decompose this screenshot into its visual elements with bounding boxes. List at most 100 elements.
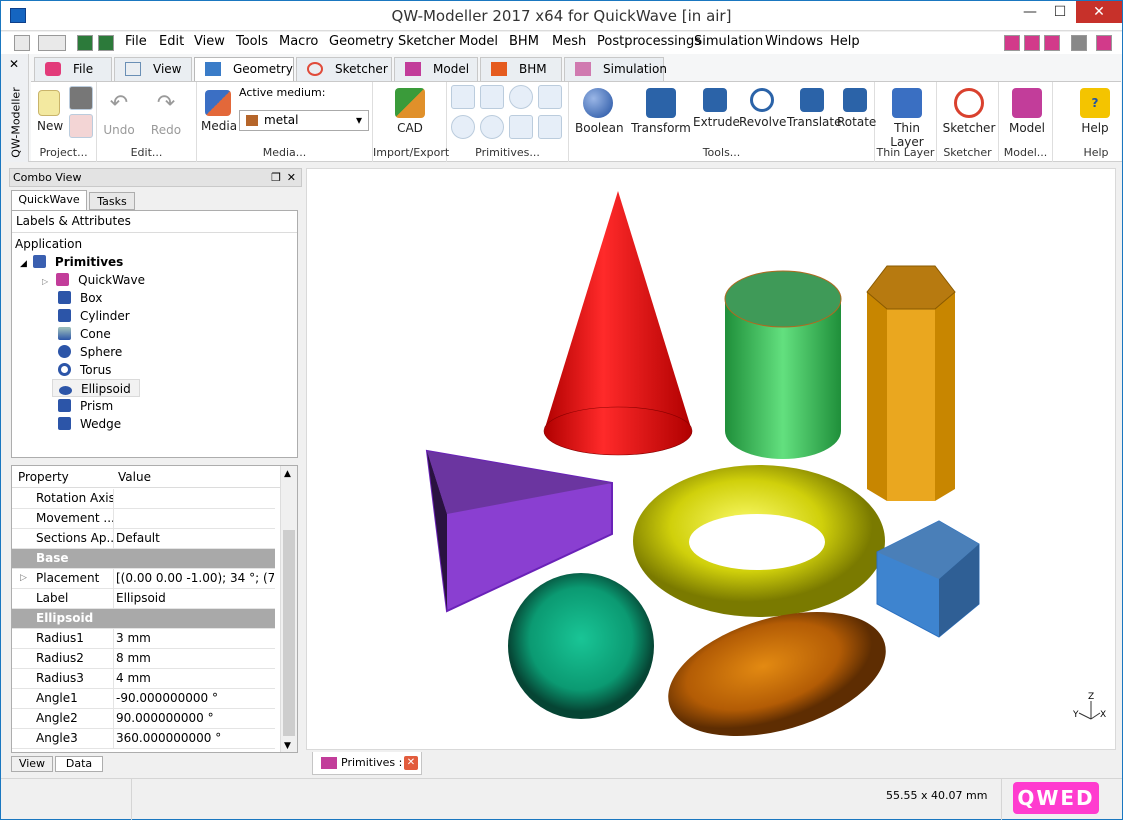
cone-primitive-icon[interactable] (538, 85, 562, 109)
model-button[interactable]: Model (1003, 88, 1051, 135)
close-tab-icon[interactable]: ✕ (404, 756, 418, 770)
box-primitive-icon[interactable] (451, 85, 475, 109)
cylinder-primitive-icon[interactable] (480, 85, 504, 109)
scroll-thumb[interactable] (283, 530, 295, 736)
property-row[interactable]: Label Ellipsoid (12, 589, 275, 609)
tree-item-sphere[interactable]: Sphere (58, 343, 122, 361)
torus-shape[interactable] (633, 465, 885, 617)
rotate-button[interactable]: Rotate (837, 88, 876, 129)
property-value[interactable]: [(0.00 0.00 -1.00); 34 °; (7 m... (116, 569, 274, 589)
tree-item-box[interactable]: Box (58, 289, 102, 307)
property-value[interactable] (116, 489, 274, 509)
tab-tasks[interactable]: Tasks (89, 192, 135, 210)
undo-button[interactable]: ↶ Undo (103, 90, 135, 137)
quickwave-icon-3[interactable] (1044, 35, 1060, 51)
close-button[interactable]: ✕ (1076, 1, 1122, 23)
property-value[interactable] (116, 509, 274, 529)
tree-item-ellipsoid[interactable]: Ellipsoid (52, 379, 140, 397)
property-row[interactable]: Sections Ap... Default (12, 529, 275, 549)
redo-button[interactable]: ↷ Redo (149, 90, 183, 137)
extrude-button[interactable]: Extrude (693, 88, 740, 129)
cylinder-shape[interactable] (724, 270, 842, 459)
close-panel-icon[interactable]: ✕ (287, 169, 296, 186)
expand-arrow-icon[interactable]: ▷ (42, 277, 48, 286)
quickwave-icon-2[interactable] (1024, 35, 1040, 51)
help-button[interactable]: ? Help (1075, 88, 1115, 135)
menu-windows[interactable]: Windows (765, 34, 823, 49)
new-button[interactable]: New (37, 90, 63, 133)
quickwave-icon-4[interactable] (1096, 35, 1112, 51)
cone-shape[interactable] (543, 191, 693, 456)
tab-geometry[interactable]: Geometry (194, 57, 294, 82)
menu-mesh[interactable]: Mesh (552, 34, 586, 49)
scroll-up-icon[interactable]: ▲ (284, 469, 291, 479)
maximize-button[interactable]: ☐ (1046, 1, 1074, 23)
sketcher-button[interactable]: Sketcher (941, 88, 997, 135)
tab-sketcher[interactable]: Sketcher (296, 57, 392, 81)
property-value[interactable]: 8 mm (116, 649, 274, 669)
tab-bhm[interactable]: BHM (480, 57, 562, 81)
property-row[interactable]: Radius2 8 mm (12, 649, 275, 669)
float-panel-icon[interactable]: ❐ (271, 169, 281, 186)
cube-shape[interactable] (876, 520, 980, 638)
property-row[interactable]: Angle1 -90.000000000 ° (12, 689, 275, 709)
side-strip-close-icon[interactable]: ✕ (9, 57, 19, 71)
menu-postprocessings[interactable]: Postprocessings (597, 34, 701, 49)
property-row[interactable]: Angle3 360.000000000 ° (12, 729, 275, 749)
menu-macro[interactable]: Macro (279, 34, 318, 49)
prism-primitive-icon[interactable] (509, 115, 533, 139)
menu-geometry[interactable]: Geometry (329, 34, 394, 49)
menu-simulation[interactable]: Simulation (694, 34, 763, 49)
menu-view[interactable]: View (194, 34, 225, 49)
hardware-icon[interactable] (1071, 35, 1087, 51)
tree-item-prism[interactable]: Prism (58, 397, 113, 415)
cad-button[interactable]: CAD (391, 88, 429, 135)
sphere-shape[interactable] (508, 573, 654, 719)
property-row[interactable]: Radius3 4 mm (12, 669, 275, 689)
transform-button[interactable]: Transform (631, 88, 691, 135)
document-tab[interactable]: Primitives : 1 ✕ (312, 752, 422, 775)
save-project-icon[interactable] (69, 86, 93, 110)
active-medium-select[interactable]: metal ▾ (239, 110, 369, 131)
media-button[interactable]: Media (201, 90, 237, 133)
prism-shape[interactable] (866, 265, 956, 501)
ellipsoid-primitive-icon[interactable] (480, 115, 504, 139)
menu-sketcher[interactable]: Sketcher (398, 34, 455, 49)
property-scrollbar[interactable]: ▲ ▼ (280, 466, 297, 752)
tree-root-application[interactable]: Application (15, 235, 82, 253)
property-row[interactable]: Movement ... (12, 509, 275, 529)
tab-simulation[interactable]: Simulation (564, 57, 667, 81)
boolean-button[interactable]: Boolean (575, 88, 624, 135)
menu-tools[interactable]: Tools (236, 34, 268, 49)
tab-quickwave[interactable]: QuickWave (11, 190, 87, 210)
property-value[interactable]: 4 mm (116, 669, 274, 689)
property-value[interactable]: Ellipsoid (116, 589, 274, 609)
open-dropdown-icon[interactable] (38, 35, 66, 51)
property-value[interactable]: Default (116, 529, 274, 549)
property-value[interactable]: 360.000000000 ° (116, 729, 274, 749)
menu-edit[interactable]: Edit (159, 34, 184, 49)
tree-group-primitives[interactable]: ◢ Primitives (20, 253, 123, 271)
menu-model[interactable]: Model (459, 34, 498, 49)
expand-arrow-icon[interactable]: ▷ (20, 569, 27, 588)
tab-view-bottom[interactable]: View (11, 756, 53, 772)
scroll-down-icon[interactable]: ▼ (284, 741, 291, 751)
property-row[interactable]: Placement[(0.00 0.00 -1.00); 34 °; (7 m.… (12, 569, 275, 589)
torus-primitive-icon[interactable] (451, 115, 475, 139)
property-value[interactable]: -90.000000000 ° (116, 689, 274, 709)
property-value[interactable]: 90.000000000 ° (116, 709, 274, 729)
tree-item-quickwave[interactable]: ▷ QuickWave (42, 271, 145, 289)
menu-bhm[interactable]: BHM (509, 34, 539, 49)
sphere-primitive-icon[interactable] (509, 85, 533, 109)
tree-item-torus[interactable]: Torus (58, 361, 111, 379)
menu-help[interactable]: Help (830, 34, 860, 49)
property-row[interactable]: Rotation Axis (12, 489, 275, 509)
translate-button[interactable]: Translate (787, 88, 842, 129)
revolve-button[interactable]: Revolve (739, 88, 786, 129)
property-row[interactable]: Radius1 3 mm (12, 629, 275, 649)
tab-view[interactable]: View (114, 57, 192, 81)
tab-file[interactable]: File (34, 57, 112, 81)
open-project-icon[interactable] (69, 114, 93, 138)
save-icon[interactable] (77, 35, 93, 51)
collapse-arrow-icon[interactable]: ◢ (20, 259, 27, 269)
